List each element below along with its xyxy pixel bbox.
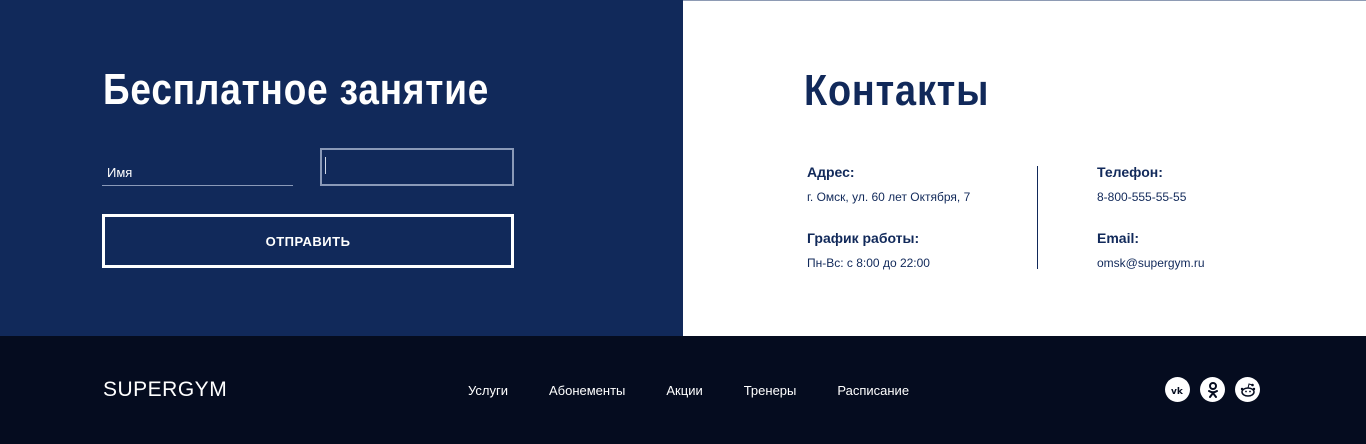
email-label: Email:	[1097, 230, 1140, 246]
text-caret	[325, 157, 326, 174]
top-section: Бесплатное занятие ОТПРАВИТЬ Контакты Ад…	[0, 0, 1366, 336]
submit-button[interactable]: ОТПРАВИТЬ	[102, 214, 514, 268]
name-input[interactable]	[102, 152, 293, 186]
logo[interactable]: SUPERGYM	[103, 378, 227, 402]
email-block: Email: omsk@supergym.ru	[1097, 230, 1205, 270]
reddit-icon[interactable]	[1235, 377, 1260, 402]
social-links: vk	[1165, 377, 1260, 402]
address-value: г. Омск, ул. 60 лет Октября, 7	[807, 190, 971, 204]
phone-value[interactable]: 8-800-555-55-55	[1097, 190, 1186, 204]
nav-link-services[interactable]: Услуги	[468, 383, 508, 398]
phone-block: Телефон: 8-800-555-55-55	[1097, 164, 1186, 204]
phone-label: Телефон:	[1097, 164, 1163, 180]
nav-link-promotions[interactable]: Акции	[666, 383, 702, 398]
contacts-title: Контакты	[804, 66, 990, 115]
vk-icon[interactable]: vk	[1165, 377, 1190, 402]
free-session-panel: Бесплатное занятие ОТПРАВИТЬ	[0, 0, 683, 336]
contacts-divider	[1037, 166, 1038, 269]
phone-input[interactable]	[320, 148, 514, 186]
nav-link-trainers[interactable]: Тренеры	[744, 383, 797, 398]
hours-block: График работы: Пн-Вс: с 8:00 до 22:00	[807, 230, 930, 270]
svg-text:vk: vk	[1171, 387, 1184, 395]
nav-link-schedule[interactable]: Расписание	[837, 383, 909, 398]
address-label: Адрес:	[807, 164, 855, 180]
hours-value: Пн-Вс: с 8:00 до 22:00	[807, 256, 930, 270]
contacts-panel: Контакты Адрес: г. Омск, ул. 60 лет Октя…	[683, 0, 1366, 336]
nav-link-memberships[interactable]: Абонементы	[549, 383, 625, 398]
footer-nav: Услуги Абонементы Акции Тренеры Расписан…	[468, 383, 950, 398]
address-block: Адрес: г. Омск, ул. 60 лет Октября, 7	[807, 164, 970, 204]
hours-label: График работы:	[807, 230, 920, 246]
email-value[interactable]: omsk@supergym.ru	[1097, 256, 1205, 270]
free-session-title: Бесплатное занятие	[103, 65, 490, 114]
odnoklassniki-icon[interactable]	[1200, 377, 1225, 402]
